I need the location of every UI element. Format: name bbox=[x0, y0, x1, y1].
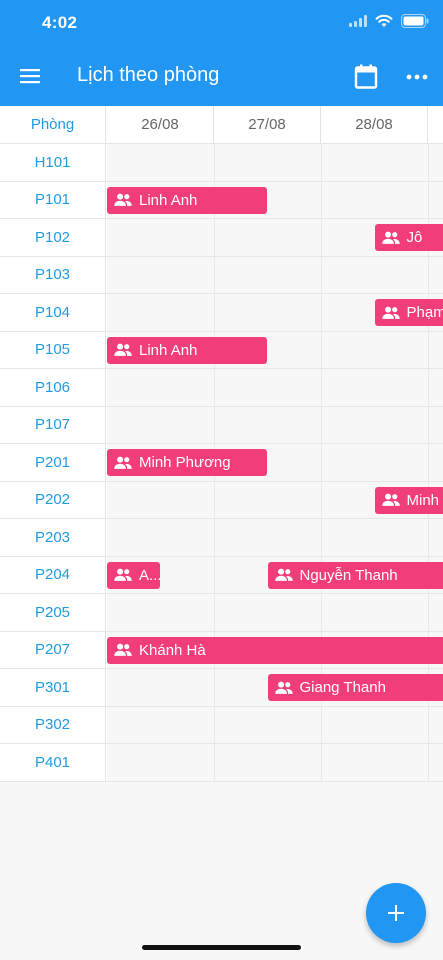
room-cells[interactable] bbox=[107, 744, 443, 781]
room-row: P203 bbox=[0, 519, 443, 557]
room-label[interactable]: P106 bbox=[0, 369, 106, 406]
app-bar: 4:02 Lịch theo phòng bbox=[0, 0, 443, 106]
room-label[interactable]: P204 bbox=[0, 556, 106, 593]
header-row: Phòng 26/08 27/08 28/08 bbox=[0, 106, 443, 144]
more-icon[interactable] bbox=[405, 65, 429, 89]
booking-bar[interactable]: Phạm bbox=[374, 299, 443, 326]
date-header: 27/08 bbox=[214, 106, 321, 143]
room-cells[interactable] bbox=[107, 144, 443, 181]
room-label[interactable]: H101 bbox=[0, 144, 106, 181]
booking-bar[interactable]: Jô bbox=[374, 224, 443, 251]
room-cells[interactable] bbox=[107, 256, 443, 293]
guest-name: Khánh Hà bbox=[139, 641, 206, 659]
room-row: P401 bbox=[0, 744, 443, 782]
room-row: P106 bbox=[0, 369, 443, 407]
guest-name: Jô bbox=[406, 229, 423, 246]
group-icon bbox=[114, 456, 132, 469]
room-cells[interactable] bbox=[107, 519, 443, 556]
booking-bar[interactable]: Linh Anh bbox=[107, 186, 267, 214]
group-icon bbox=[274, 568, 293, 581]
guest-name: Minh Phương bbox=[139, 454, 231, 471]
status-icons bbox=[349, 14, 429, 28]
booking-bar[interactable]: Khánh Hà bbox=[107, 636, 443, 664]
booking-bar[interactable]: Giang Thanh bbox=[267, 674, 443, 701]
room-label[interactable]: P201 bbox=[0, 444, 106, 481]
guest-name: Phạm bbox=[406, 304, 443, 321]
booking-bar[interactable]: Minh Phương bbox=[107, 449, 267, 476]
wifi-icon bbox=[375, 14, 393, 27]
guest-name: Minh bbox=[406, 491, 440, 509]
room-row: H101 bbox=[0, 144, 443, 182]
signal-icon bbox=[349, 15, 367, 27]
menu-icon[interactable] bbox=[18, 64, 42, 88]
room-label[interactable]: P203 bbox=[0, 519, 106, 556]
home-indicator bbox=[142, 945, 301, 950]
room-cells[interactable] bbox=[107, 594, 443, 631]
room-label[interactable]: P205 bbox=[0, 594, 106, 631]
date-header: 28/08 bbox=[321, 106, 428, 143]
group-icon bbox=[381, 306, 400, 319]
room-cells[interactable] bbox=[107, 406, 443, 443]
booking-bar[interactable]: Nguyễn Thanh bbox=[267, 561, 443, 589]
battery-icon bbox=[401, 14, 429, 28]
group-icon bbox=[114, 193, 132, 206]
group-icon bbox=[274, 681, 293, 694]
room-row: P205 bbox=[0, 594, 443, 632]
date-header: 26/08 bbox=[107, 106, 214, 143]
room-label[interactable]: P103 bbox=[0, 256, 106, 293]
calendar-icon[interactable] bbox=[354, 64, 378, 90]
group-icon bbox=[114, 343, 132, 356]
guest-name: Giang Thanh bbox=[299, 679, 386, 696]
room-column-header: Phòng bbox=[0, 106, 106, 143]
guest-name: Nguyễn Thanh bbox=[299, 566, 398, 584]
room-label[interactable]: P105 bbox=[0, 331, 106, 368]
booking-bar[interactable]: Minh bbox=[374, 486, 443, 514]
group-icon bbox=[381, 231, 400, 244]
room-label[interactable]: P302 bbox=[0, 706, 106, 743]
room-label[interactable]: P301 bbox=[0, 669, 106, 706]
guest-name: A... bbox=[139, 566, 160, 584]
group-icon bbox=[114, 643, 132, 656]
booking-bar[interactable]: Linh Anh bbox=[107, 336, 267, 364]
room-label[interactable]: P202 bbox=[0, 481, 106, 518]
group-icon bbox=[381, 493, 400, 506]
room-cells[interactable] bbox=[107, 369, 443, 406]
room-label[interactable]: P401 bbox=[0, 744, 106, 781]
room-label[interactable]: P102 bbox=[0, 219, 106, 256]
room-row: P107 bbox=[0, 406, 443, 444]
room-label[interactable]: P207 bbox=[0, 631, 106, 668]
guest-name: Linh Anh bbox=[139, 191, 198, 209]
room-label[interactable]: P107 bbox=[0, 406, 106, 443]
group-icon bbox=[114, 568, 132, 581]
page-title: Lịch theo phòng bbox=[77, 64, 220, 86]
room-label[interactable]: P101 bbox=[0, 181, 106, 218]
guest-name: Linh Anh bbox=[139, 341, 198, 359]
room-label[interactable]: P104 bbox=[0, 294, 106, 331]
status-time: 4:02 bbox=[42, 13, 78, 32]
schedule-grid: Phòng 26/08 27/08 28/08 H101 P101 P102 P103… bbox=[0, 106, 443, 782]
plus-icon bbox=[388, 905, 404, 921]
room-row: P103 bbox=[0, 256, 443, 294]
room-cells[interactable] bbox=[107, 706, 443, 743]
booking-bar[interactable]: A... bbox=[107, 561, 160, 589]
room-row: P302 bbox=[0, 706, 443, 744]
add-booking-button[interactable] bbox=[366, 883, 426, 943]
